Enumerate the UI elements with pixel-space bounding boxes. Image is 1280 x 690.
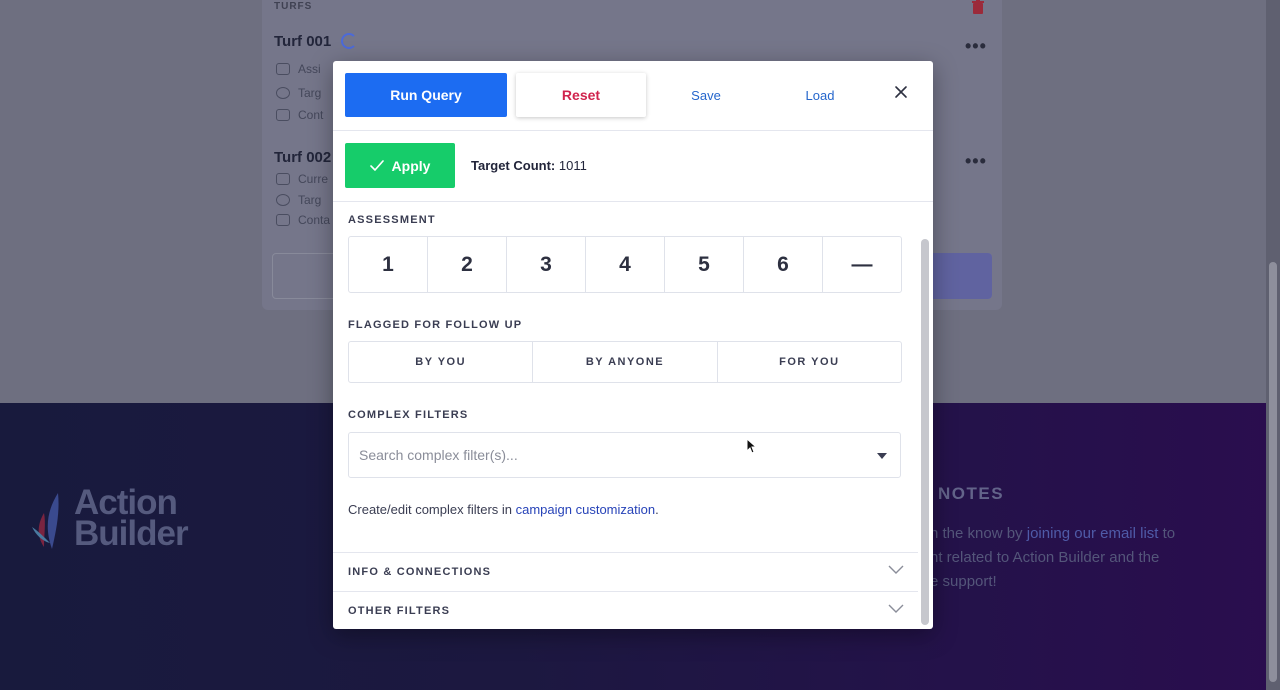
turf-title[interactable]: Turf 001 xyxy=(274,33,331,50)
run-query-button[interactable]: Run Query xyxy=(345,73,507,117)
assessment-option-6[interactable]: 6 xyxy=(744,237,823,292)
target-icon xyxy=(276,87,290,99)
load-button[interactable]: Load xyxy=(787,73,853,117)
target-count: Target Count: 1011 xyxy=(471,158,587,173)
assessment-option-none[interactable]: — xyxy=(823,237,901,292)
modal-scroll-content: ASSESSMENT 1 2 3 4 5 6 — FLAGGED FOR FOL… xyxy=(333,203,918,629)
chart-icon xyxy=(276,109,290,121)
turf-row: Targ xyxy=(276,193,321,207)
trash-icon[interactable] xyxy=(971,0,985,15)
reset-button[interactable]: Reset xyxy=(516,73,646,117)
more-options-icon[interactable]: ••• xyxy=(965,151,987,172)
add-turf-button[interactable] xyxy=(930,253,992,299)
accordion-info-connections[interactable]: INFO & CONNECTIONS xyxy=(333,552,918,591)
assessment-option-2[interactable]: 2 xyxy=(428,237,507,292)
complex-filters-label: COMPLEX FILTERS xyxy=(348,409,469,421)
assessment-selector: 1 2 3 4 5 6 — xyxy=(348,236,902,293)
complex-filter-select[interactable] xyxy=(348,432,901,478)
action-builder-logo[interactable]: Action Builder xyxy=(30,483,210,557)
target-icon xyxy=(276,194,290,206)
target-count-value: 1011 xyxy=(558,158,587,173)
flag-option-by-anyone[interactable]: BY ANYONE xyxy=(533,342,718,382)
mouse-cursor-icon xyxy=(746,438,756,454)
turf-title[interactable]: Turf 002 xyxy=(274,149,331,166)
modal-header: Run Query Reset Save Load xyxy=(333,61,933,131)
turf-row: Cont xyxy=(276,108,323,122)
accordion-other-filters[interactable]: OTHER FILTERS xyxy=(333,591,918,629)
footer-text: n the know by joining our email list to … xyxy=(930,525,1176,590)
close-icon xyxy=(895,86,907,98)
assessment-option-3[interactable]: 3 xyxy=(507,237,586,292)
apply-button[interactable]: Apply xyxy=(345,143,455,188)
logo-mark-icon xyxy=(32,493,59,549)
close-button[interactable] xyxy=(890,81,912,103)
turf-row: Conta xyxy=(276,213,330,227)
assessment-label: ASSESSMENT xyxy=(348,214,436,226)
more-options-icon[interactable]: ••• xyxy=(965,36,987,57)
assessment-option-4[interactable]: 4 xyxy=(586,237,665,292)
flag-option-for-you[interactable]: FOR YOU xyxy=(718,342,901,382)
turf-row: Curre xyxy=(276,172,328,186)
loading-spinner-icon xyxy=(341,33,357,49)
page-scrollbar-thumb[interactable] xyxy=(1269,262,1277,682)
logo-text: Action Builder xyxy=(74,483,189,553)
chevron-down-icon xyxy=(888,565,904,574)
flagged-selector: BY YOU BY ANYONE FOR YOU xyxy=(348,341,902,383)
flagged-label: FLAGGED FOR FOLLOW UP xyxy=(348,319,523,331)
person-icon xyxy=(276,173,290,185)
caret-down-icon[interactable] xyxy=(877,453,887,459)
complex-filter-search-input[interactable] xyxy=(359,445,859,465)
email-list-link[interactable]: joining our email list xyxy=(1027,525,1159,542)
turf-row: Assi xyxy=(276,62,321,76)
save-button[interactable]: Save xyxy=(673,73,739,117)
turf-row: Targ xyxy=(276,86,321,100)
chevron-down-icon xyxy=(888,604,904,613)
flag-option-by-you[interactable]: BY YOU xyxy=(349,342,534,382)
complex-filters-help: Create/edit complex filters in campaign … xyxy=(348,502,659,517)
apply-row: Apply Target Count: 1011 xyxy=(333,131,933,202)
campaign-customization-link[interactable]: campaign customization xyxy=(516,502,655,517)
filter-modal: Run Query Reset Save Load Apply Target C… xyxy=(333,61,933,629)
chart-icon xyxy=(276,214,290,226)
check-icon xyxy=(369,159,384,171)
assessment-option-1[interactable]: 1 xyxy=(349,237,428,292)
assessment-option-5[interactable]: 5 xyxy=(665,237,744,292)
modal-scrollbar-thumb[interactable] xyxy=(921,239,929,625)
turfs-section-label: TURFS xyxy=(274,1,313,12)
person-icon xyxy=(276,63,290,75)
